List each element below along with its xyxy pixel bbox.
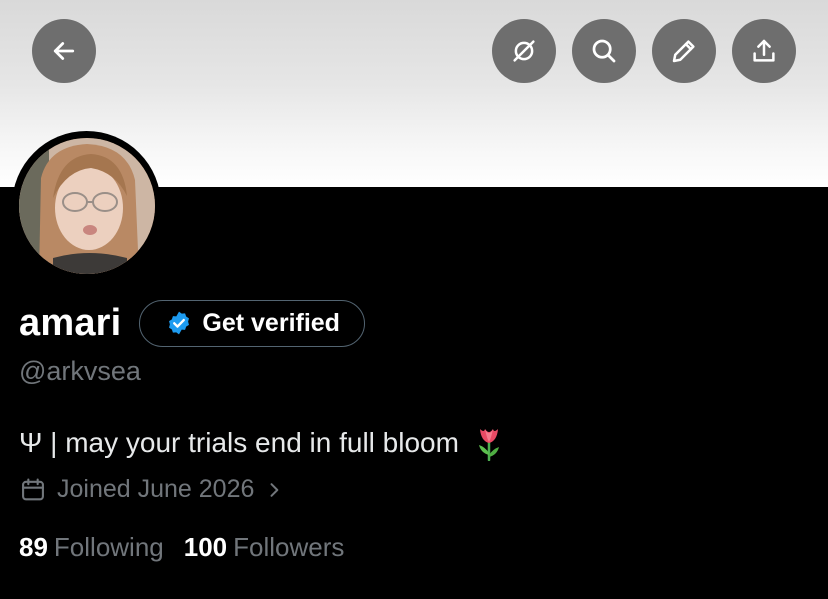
back-button[interactable] xyxy=(32,19,96,83)
avatar[interactable] xyxy=(18,137,155,274)
joined-date: Joined June 2026 xyxy=(57,475,255,503)
avatar-image xyxy=(18,137,155,274)
username-handle: @arkvsea xyxy=(19,356,141,386)
follow-stats: 89 Following 100 Followers xyxy=(19,532,808,563)
edit-icon xyxy=(672,40,695,63)
get-verified-label: Get verified xyxy=(202,308,340,337)
share-icon xyxy=(753,39,775,62)
verified-badge-icon xyxy=(169,311,190,335)
bio: Ψ | may your trials end in full bloom xyxy=(19,425,808,461)
bio-text: Ψ | may your trials end in full bloom xyxy=(19,427,459,458)
arrow-left-icon xyxy=(53,42,75,60)
search-button[interactable] xyxy=(572,19,636,83)
profile-info: amari Get verified @arkvsea Ψ | may your… xyxy=(19,296,808,563)
following-link[interactable]: 89 Following xyxy=(19,532,164,563)
following-label: Following xyxy=(53,532,164,562)
get-verified-button[interactable]: Get verified xyxy=(139,299,365,347)
search-icon xyxy=(592,39,616,63)
calendar-icon xyxy=(22,477,44,500)
display-name: amari xyxy=(19,301,122,344)
name-row: amari Get verified xyxy=(19,296,808,350)
translate-icon xyxy=(513,40,535,62)
edit-button[interactable] xyxy=(652,19,716,83)
following-count: 89 xyxy=(19,532,48,562)
avatar-ring[interactable] xyxy=(12,131,161,280)
translate-button[interactable] xyxy=(492,19,556,83)
followers-link[interactable]: 100 Followers xyxy=(184,532,345,563)
joined-date-link[interactable]: Joined June 2026 xyxy=(19,475,808,504)
followers-count: 100 xyxy=(183,532,228,562)
followers-label: Followers xyxy=(233,532,345,562)
tulip-emoji-icon xyxy=(478,429,499,461)
chevron-right-icon xyxy=(270,482,279,497)
share-button[interactable] xyxy=(732,19,796,83)
